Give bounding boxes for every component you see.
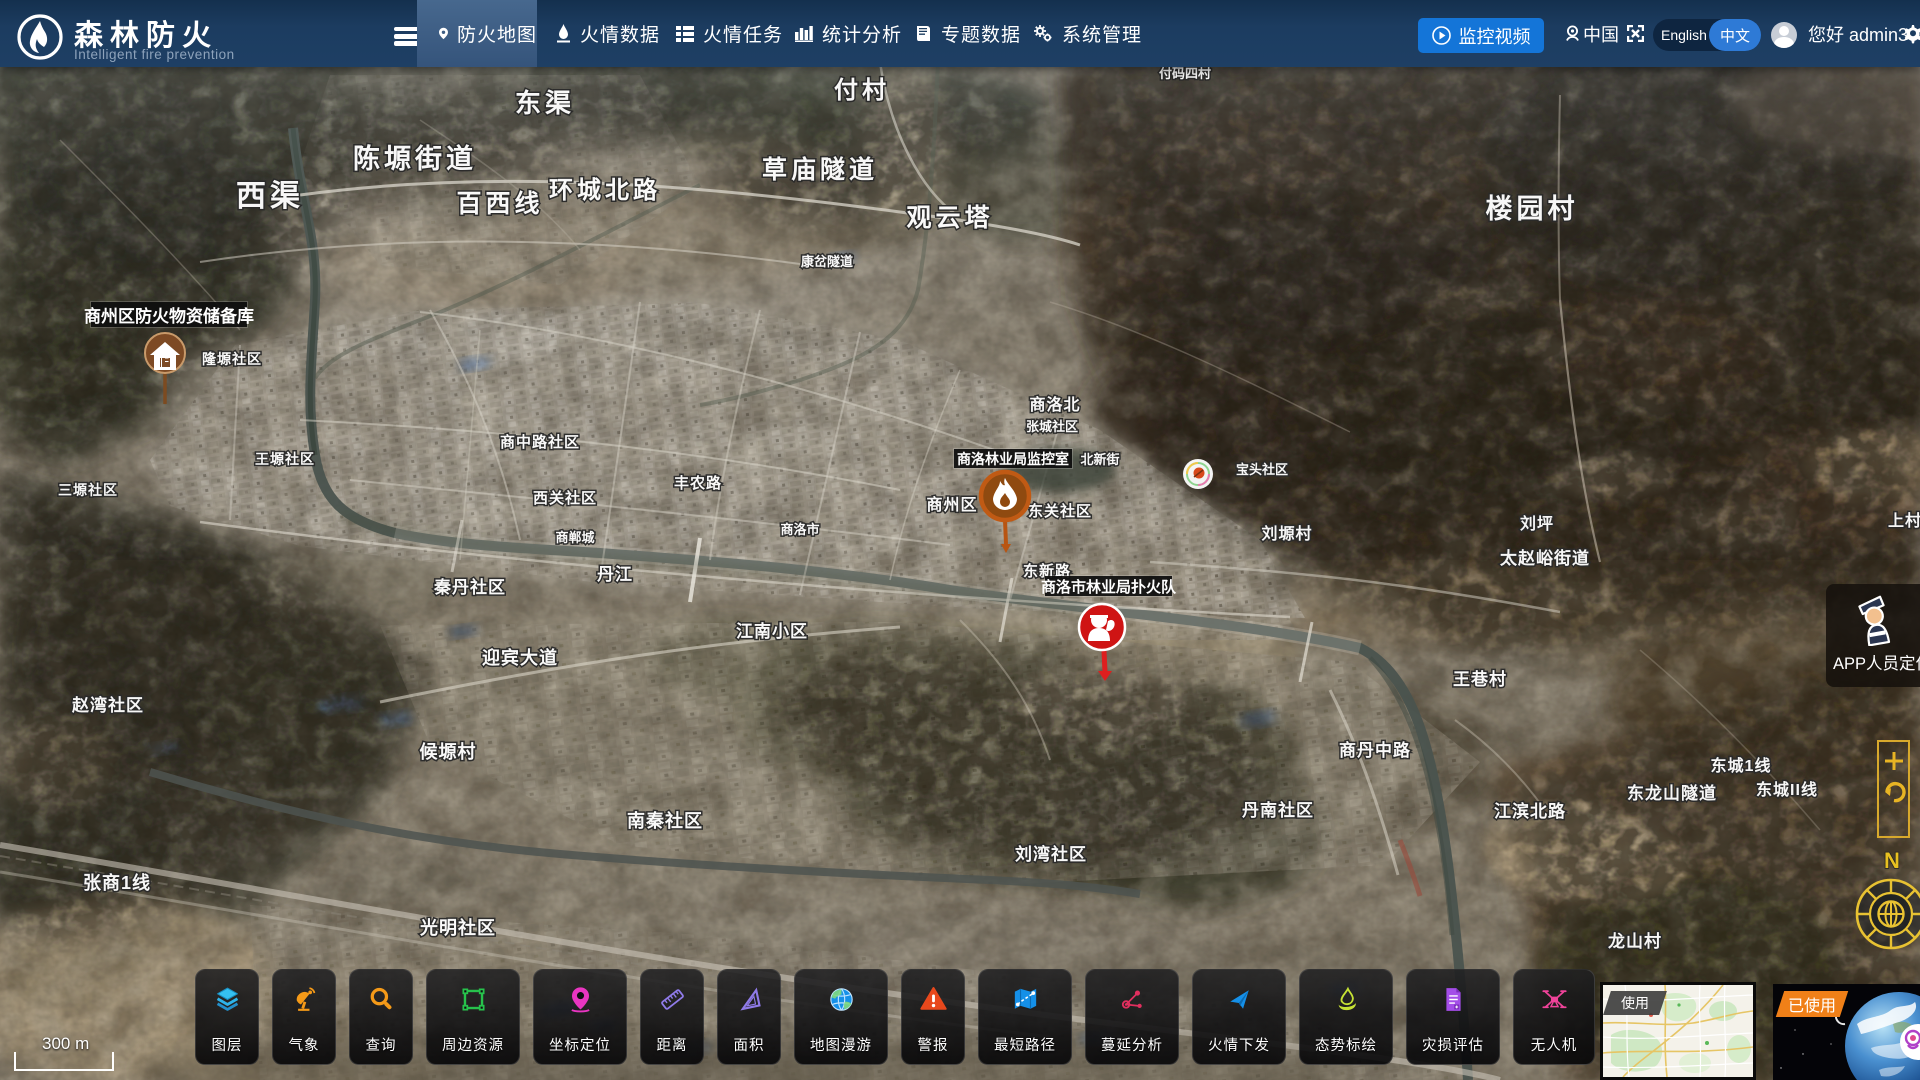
svg-text:东关社区: 东关社区 (1028, 502, 1092, 520)
svg-text:丹南社区: 丹南社区 (1242, 800, 1314, 820)
svg-text:光明社区: 光明社区 (419, 917, 496, 938)
svg-text:西渠: 西渠 (236, 180, 304, 213)
svg-text:百西线: 百西线 (456, 189, 543, 218)
svg-text:刘湾社区: 刘湾社区 (1015, 844, 1087, 864)
svg-text:丹江: 丹江 (597, 565, 633, 584)
svg-text:东渠: 东渠 (515, 88, 575, 118)
svg-text:宝头社区: 宝头社区 (1236, 462, 1288, 477)
svg-text:张城社区: 张城社区 (1026, 419, 1078, 434)
svg-text:付码四村: 付码四村 (1159, 66, 1211, 81)
svg-text:江南小区: 江南小区 (736, 621, 808, 641)
svg-text:商洛北: 商洛北 (1029, 395, 1080, 414)
svg-text:候塬村: 候塬村 (420, 741, 477, 762)
svg-text:刘塬村: 刘塬村 (1261, 524, 1312, 543)
svg-text:N: N (1884, 848, 1900, 873)
svg-text:商州区: 商州区 (926, 495, 977, 514)
svg-text:丰农路: 丰农路 (674, 474, 722, 492)
svg-text:北新街: 北新街 (1080, 452, 1119, 467)
svg-text:迎宾大道: 迎宾大道 (482, 647, 558, 668)
svg-text:楼园村: 楼园村 (1486, 194, 1579, 224)
svg-text:王塬社区: 王塬社区 (255, 451, 315, 467)
svg-text:江滨北路: 江滨北路 (1494, 801, 1566, 821)
svg-text:商丹中路: 商丹中路 (1339, 740, 1411, 760)
svg-text:东城1线: 东城1线 (1711, 756, 1772, 775)
svg-text:太赵峪街道: 太赵峪街道 (1500, 548, 1590, 568)
svg-text:上村: 上村 (1888, 511, 1920, 530)
svg-text:龙山村: 龙山村 (1607, 931, 1662, 951)
svg-text:观云塔: 观云塔 (906, 204, 993, 232)
svg-text:东龙山隧道: 东龙山隧道 (1627, 783, 1717, 803)
svg-text:赵湾社区: 赵湾社区 (71, 695, 144, 715)
svg-text:付村: 付村 (834, 77, 890, 104)
svg-text:秦丹社区: 秦丹社区 (434, 577, 506, 597)
svg-text:三塬社区: 三塬社区 (58, 482, 118, 498)
svg-text:东城II线: 东城II线 (1756, 780, 1818, 799)
svg-text:商郸城: 商郸城 (555, 530, 594, 545)
svg-text:刘坪: 刘坪 (1520, 514, 1554, 533)
svg-text:陈塬街道: 陈塬街道 (353, 143, 477, 174)
svg-text:康岔隧道: 康岔隧道 (801, 254, 853, 269)
svg-text:张商1线: 张商1线 (83, 872, 151, 893)
svg-text:南秦社区: 南秦社区 (627, 810, 703, 831)
svg-text:隆塬社区: 隆塬社区 (202, 351, 262, 367)
svg-text:西关社区: 西关社区 (533, 489, 597, 507)
svg-text:商中路社区: 商中路社区 (500, 433, 580, 451)
svg-text:环城北路: 环城北路 (549, 176, 661, 204)
svg-text:商洛市: 商洛市 (780, 522, 819, 537)
svg-text:王巷村: 王巷村 (1453, 669, 1507, 689)
svg-text:草庙隧道: 草庙隧道 (762, 155, 878, 184)
